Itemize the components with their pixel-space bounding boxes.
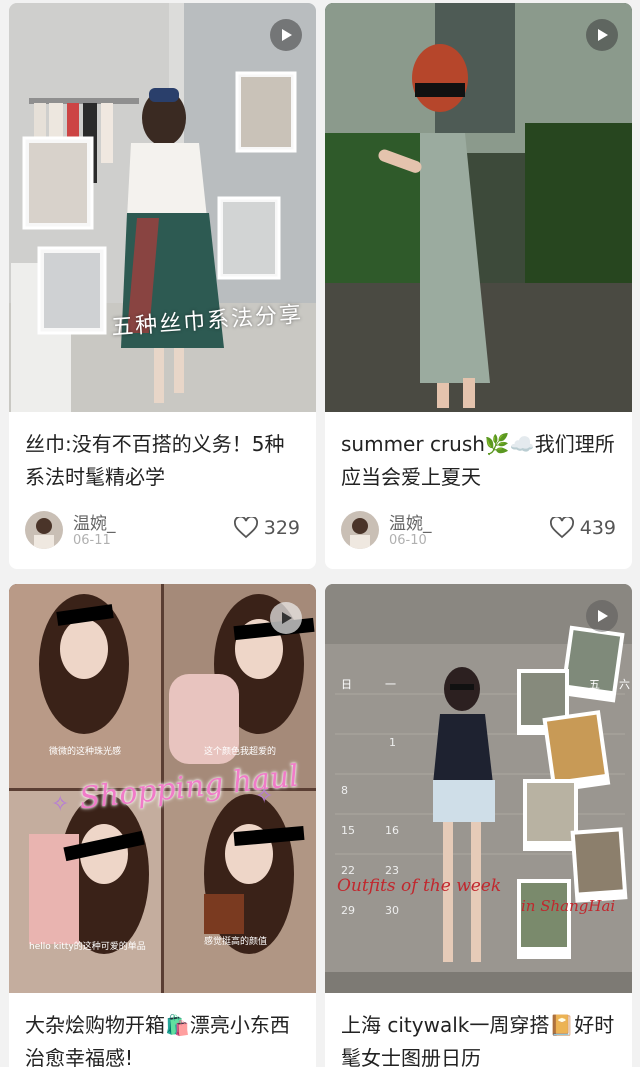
sub-caption: 这个颜色我超爱的 xyxy=(204,747,277,757)
cover-illustration xyxy=(325,3,632,412)
like-button[interactable]: 329 xyxy=(233,517,300,539)
post-cover-image[interactable]: 五种丝巾系法分享 xyxy=(9,3,316,412)
cover-illustration xyxy=(9,3,316,412)
calendar-day-label: 一 xyxy=(385,678,396,691)
post-card[interactable]: summer crush🌿☁️我们理所应当会爱上夏天 温婉_ 06-10 439 xyxy=(325,3,632,569)
post-meta: 温婉_ 06-11 329 xyxy=(25,509,300,549)
cover-caption: Outfits of the week xyxy=(337,876,502,896)
calendar-date: 29 xyxy=(341,904,355,917)
cover-illustration xyxy=(325,584,632,993)
sub-caption: hello kitty的这种可爱的单品 xyxy=(29,942,146,952)
post-title[interactable]: 大杂烩购物开箱🛍️漂亮小东西治愈幸福感! xyxy=(9,993,316,1067)
calendar-date: 1 xyxy=(389,736,396,749)
post-title[interactable]: 丝巾:没有不百搭的义务！5种系法时髦精必学 xyxy=(9,412,316,504)
heart-icon xyxy=(549,517,574,539)
post-date: 06-10 xyxy=(389,533,427,548)
video-play-icon xyxy=(270,602,302,634)
calendar-date: 30 xyxy=(385,904,399,917)
like-count: 439 xyxy=(579,517,616,539)
sparkle-icon: ✧ xyxy=(51,792,70,817)
post-cover-image[interactable] xyxy=(325,3,632,412)
calendar-day-label: 五 xyxy=(589,678,600,691)
post-title[interactable]: summer crush🌿☁️我们理所应当会爱上夏天 xyxy=(325,412,632,504)
calendar-day-label: 日 xyxy=(341,678,352,691)
calendar-date: 8 xyxy=(341,784,348,797)
post-card[interactable]: 五种丝巾系法分享 丝巾:没有不百搭的义务！5种系法时髦精必学 温婉_ 06-11… xyxy=(9,3,316,569)
cover-caption-secondary: in ShangHai xyxy=(521,897,616,915)
author-name[interactable]: 温婉_ xyxy=(389,509,432,534)
post-title[interactable]: 上海 citywalk一周穿搭📔好时髦女士图册日历 xyxy=(325,993,632,1067)
like-button[interactable]: 439 xyxy=(549,517,616,539)
author-avatar[interactable] xyxy=(341,511,379,549)
calendar-day-label: 六 xyxy=(619,678,630,691)
sub-caption: 感觉挺高的颜值 xyxy=(204,937,268,947)
calendar-date: 15 xyxy=(341,824,355,837)
author-name[interactable]: 温婉_ xyxy=(73,509,116,534)
video-play-icon xyxy=(586,600,618,632)
heart-icon xyxy=(233,517,258,539)
post-cover-image[interactable]: 日 一 五 六 1 8 15 16 22 23 29 30 Outfits of… xyxy=(325,584,632,993)
video-play-icon xyxy=(270,19,302,51)
post-card[interactable]: 日 一 五 六 1 8 15 16 22 23 29 30 Outfits of… xyxy=(325,584,632,1067)
like-count: 329 xyxy=(263,517,300,539)
post-date: 06-11 xyxy=(73,533,111,548)
post-meta: 温婉_ 06-10 439 xyxy=(341,509,616,549)
author-avatar[interactable] xyxy=(25,511,63,549)
feed-grid: 五种丝巾系法分享 丝巾:没有不百搭的义务！5种系法时髦精必学 温婉_ 06-11… xyxy=(0,0,640,1067)
calendar-date: 16 xyxy=(385,824,399,837)
video-play-icon xyxy=(586,19,618,51)
post-card[interactable]: Shopping haul ✧ ✧ 微微的这种珠光感 这个颜色我超爱的 hell… xyxy=(9,584,316,1067)
sub-caption: 微微的这种珠光感 xyxy=(49,747,122,757)
post-cover-image[interactable]: Shopping haul ✧ ✧ 微微的这种珠光感 这个颜色我超爱的 hell… xyxy=(9,584,316,993)
sparkle-icon: ✧ xyxy=(255,784,274,809)
